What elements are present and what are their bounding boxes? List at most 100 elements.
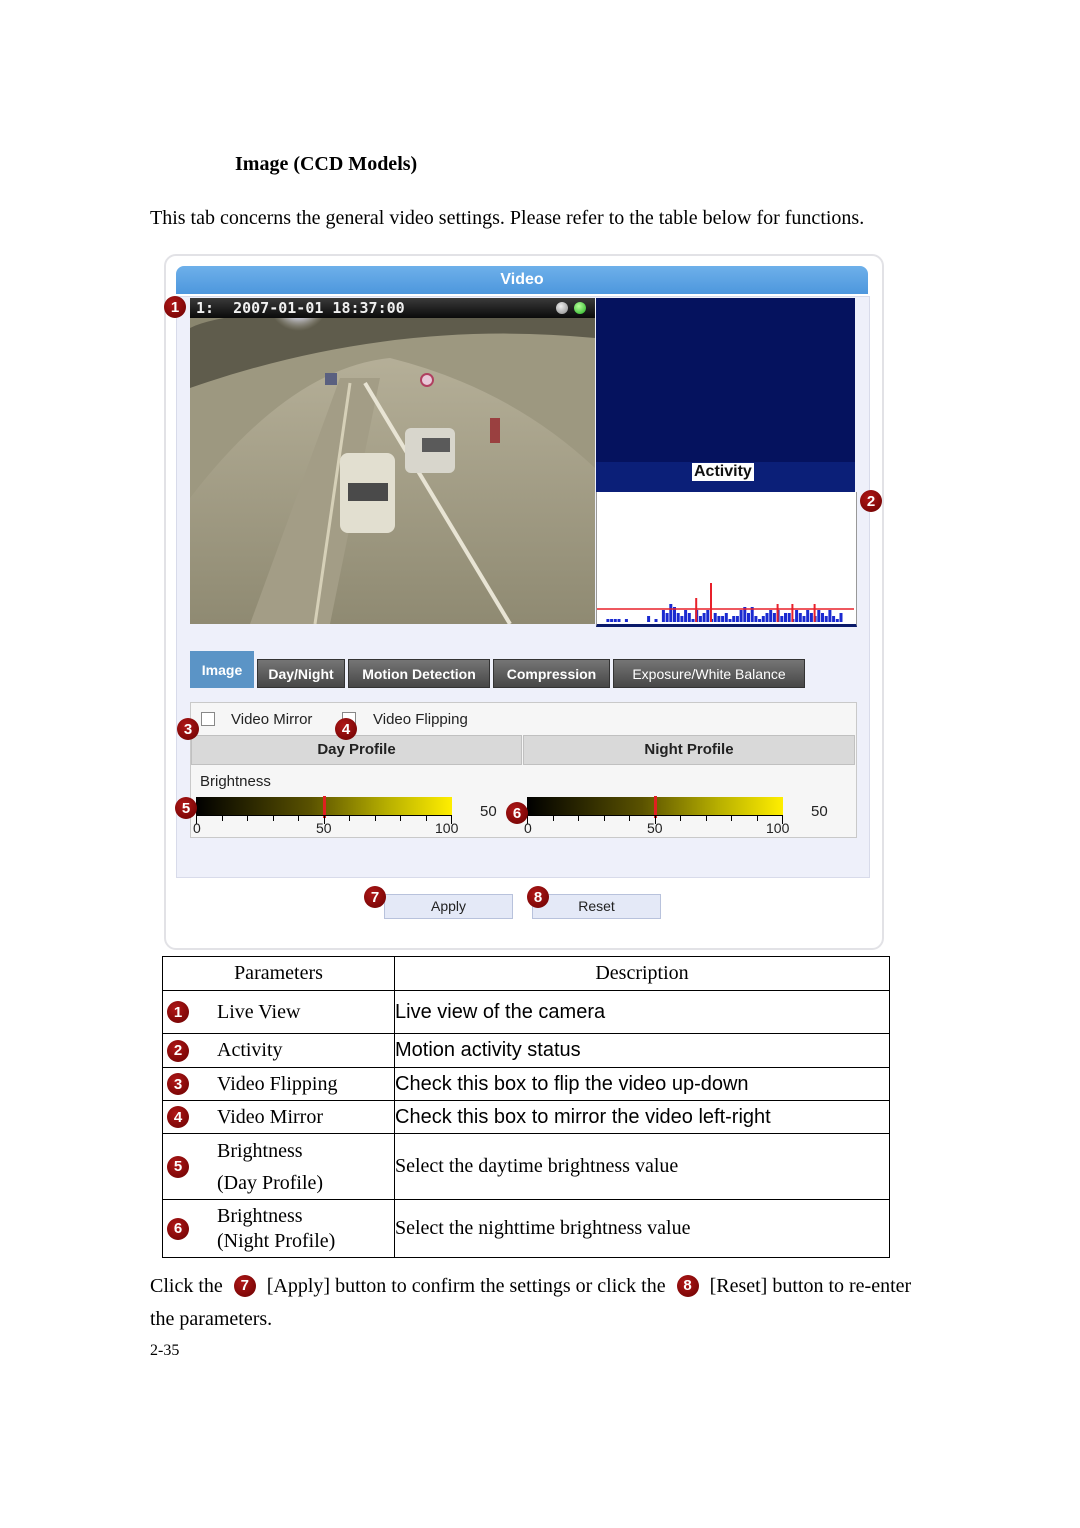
param-description: Select the nighttime brightness value [394,1199,890,1258]
slider-tick [425,816,427,821]
tab-motion-detection[interactable]: Motion Detection [348,659,490,688]
night-profile-header: Night Profile [523,735,855,765]
slider-tick [629,816,630,821]
activity-bar [828,610,832,622]
table-row: 4 Video Mirror Check this box to mirror t… [162,1100,890,1134]
activity-bar [747,613,750,622]
header-parameters: Parameters [162,956,395,991]
tunnel-camera-image [190,298,595,624]
tab-exposure-white-balance[interactable]: Exposure/White Balance [613,659,805,688]
activity-bar [832,616,836,622]
table-row: 2 Activity Motion activity status [162,1033,890,1068]
activity-peak-bar [710,583,712,622]
tab-image[interactable]: Image [190,651,254,688]
footer-text-1: Click the [150,1275,223,1297]
callout-6-icon: 6 [506,802,528,824]
activity-bar [617,619,621,622]
night-scale-max: 100 [766,820,790,836]
channel-number: 1: [196,299,215,317]
activity-bar [835,619,839,622]
table-row: 1 Live View Live view of the camera [162,990,890,1034]
activity-bar [780,616,784,622]
footer-text-2: [Apply] button to confirm the settings o… [266,1275,666,1297]
tab-day-night[interactable]: Day/Night [257,659,345,688]
table-header-row: Parameters Description [162,956,890,991]
slider-tick [349,816,350,821]
param-name: Live View [217,1000,301,1023]
activity-bar [713,613,717,622]
activity-histogram [597,583,854,622]
activity-bar [787,613,791,622]
activity-bar [721,616,725,622]
activity-bar [798,613,802,622]
day-brightness-value: 50 [480,803,497,820]
status-grey-icon[interactable] [556,302,568,314]
activity-bar [676,613,680,622]
activity-bar [610,619,614,622]
param-name-sub: (Night Profile) [217,1229,336,1252]
activity-bar [728,619,732,622]
night-scale-mid: 50 [647,820,663,836]
callout-7-icon: 7 [364,886,386,908]
activity-bar [806,610,810,622]
activity-bar [717,616,721,622]
night-scale-min: 0 [524,820,532,836]
slider-tick [680,816,681,821]
activity-bar [680,616,684,622]
param-name: Brightness [217,1139,303,1162]
activity-bar [765,613,769,622]
activity-bar [732,616,736,622]
param-name: Brightness [217,1204,303,1227]
day-scale-min: 0 [193,820,201,836]
callout-4-icon: 4 [335,718,357,740]
param-description: Live view of the camera [394,990,890,1034]
slider-tick [603,816,605,821]
day-brightness-slider[interactable] [196,796,452,818]
param-description: Check this box to flip the video up-down [394,1067,890,1101]
activity-bar [698,616,702,622]
activity-bar [647,616,651,622]
slider-tick [756,816,758,821]
apply-button[interactable]: Apply [384,894,513,919]
activity-bar [684,610,688,622]
param-name: Activity [217,1039,283,1061]
tab-compression[interactable]: Compression [493,659,610,688]
night-brightness-slider[interactable] [527,796,783,818]
activity-bar [654,619,658,622]
day-profile-header: Day Profile [191,735,522,765]
slider-tick [705,816,707,821]
video-mirror-checkbox[interactable] [201,712,215,726]
live-view[interactable]: 1: 2007-01-01 18:37:00 [190,298,595,624]
table-row: 3 Video Flipping Check this box to flip t… [162,1067,890,1101]
video-mirror-label: Video Mirror [231,711,313,728]
callout-1-icon: 1 [164,296,186,318]
intro-paragraph: This tab concerns the general video sett… [150,207,865,229]
activity-bar [624,619,628,622]
activity-panel-top [596,298,855,462]
slider-tick [731,816,732,821]
live-view-caption: 1: 2007-01-01 18:37:00 [190,298,595,318]
slider-tick [272,816,274,821]
activity-bar [809,613,813,622]
activity-bar [821,613,824,622]
activity-bar [761,616,765,622]
param-description: Select the daytime brightness value [394,1133,890,1200]
activity-peak-bar [791,604,794,622]
header-description: Description [394,956,890,991]
activity-peak-bar [813,604,816,622]
day-scale-max: 100 [435,820,459,836]
slider-tick [400,816,401,821]
row-number-icon: 2 [167,1039,189,1062]
callout-8-icon: 8 [527,886,549,908]
reset-button[interactable]: Reset [532,894,661,919]
activity-peak-bar [695,598,698,622]
activity-bar [661,610,665,622]
activity-graph [596,492,857,627]
activity-bar [735,616,739,622]
activity-bar [724,613,728,622]
status-green-icon[interactable] [574,302,586,314]
table-row: 5 Brightness (Day Profile) Select the dayt… [162,1133,890,1200]
activity-bar [769,610,773,622]
live-view-timestamp: 2007-01-01 18:37:00 [233,299,405,317]
section-heading: Image (CCD Models) [235,153,418,175]
